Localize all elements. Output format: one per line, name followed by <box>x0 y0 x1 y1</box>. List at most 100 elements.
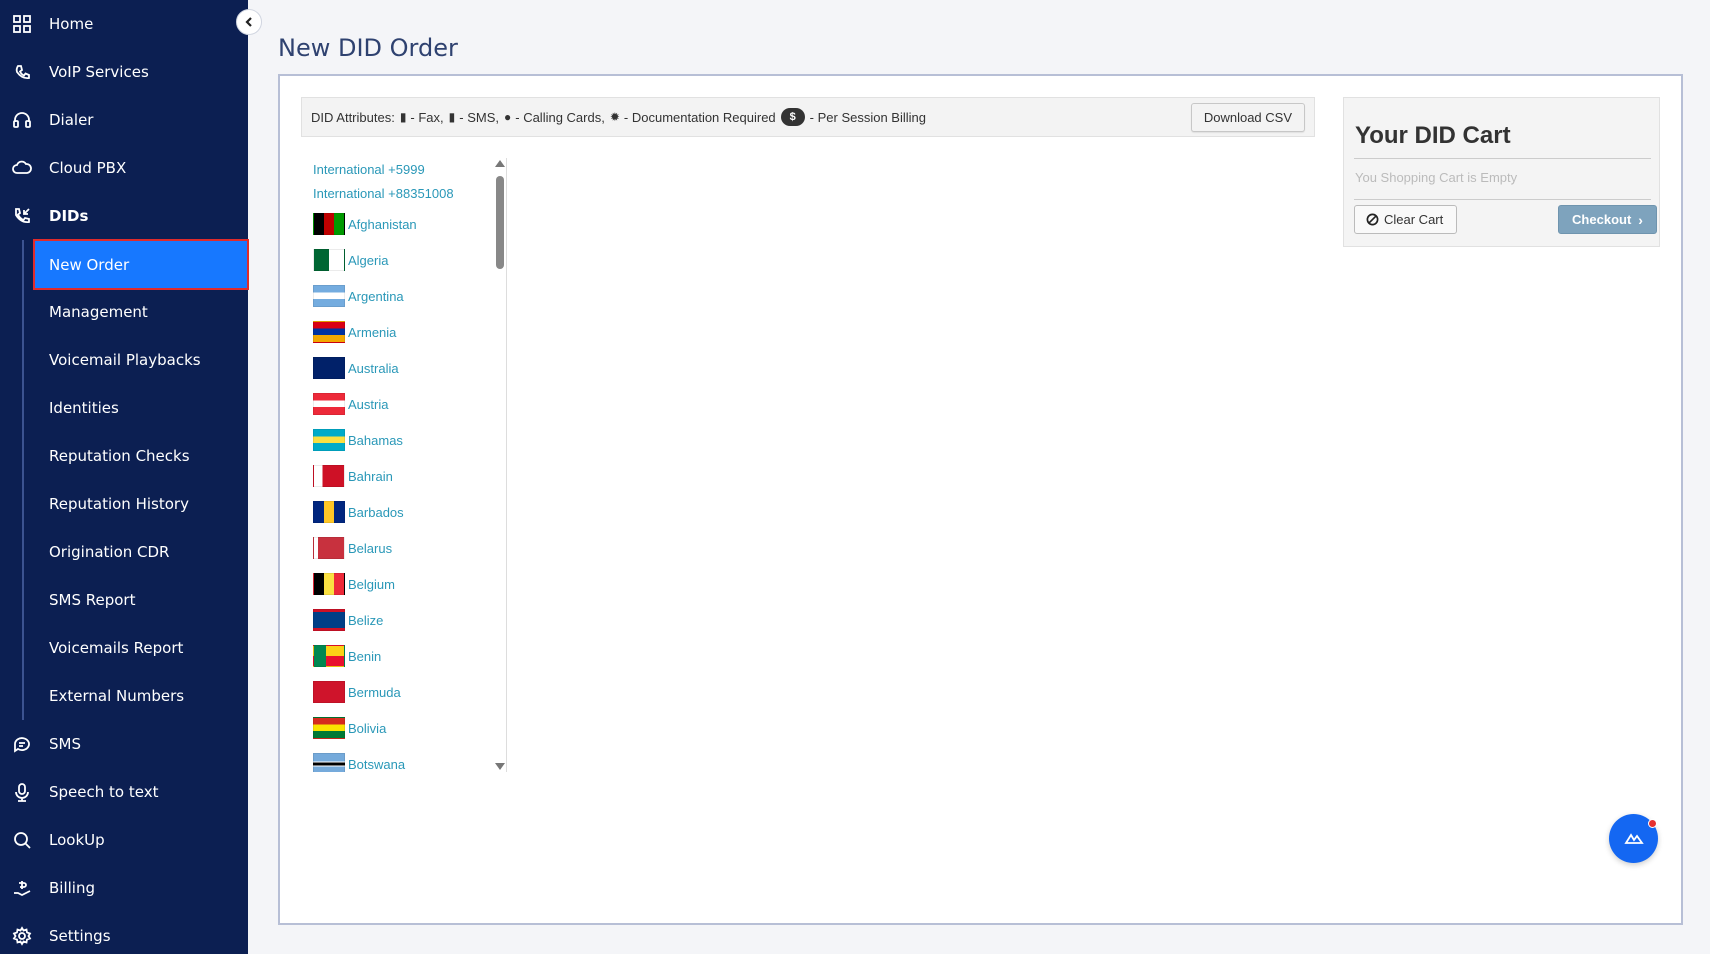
country-name: Botswana <box>348 756 406 772</box>
nav-speech-to-text[interactable]: Speech to text <box>0 768 248 816</box>
country-link-bolivia[interactable]: Bolivia <box>313 710 499 746</box>
country-link-australia[interactable]: Australia <box>313 350 499 386</box>
nav-label: Dialer <box>49 111 94 129</box>
sidebar-item-origination-cdr[interactable]: Origination CDR <box>34 528 248 576</box>
country-name: Belgium <box>348 576 395 592</box>
attributes-label: DID Attributes: <box>311 109 395 125</box>
country-name: Bahrain <box>348 468 393 484</box>
nav-dids[interactable]: DIDs <box>0 192 248 240</box>
download-csv-button[interactable]: Download CSV <box>1190 103 1305 132</box>
fax-icon: ▮ <box>399 110 407 124</box>
barbados-flag-icon <box>313 501 345 523</box>
country-link-belarus[interactable]: Belarus <box>313 530 499 566</box>
nav-label: Cloud PBX <box>49 159 127 177</box>
country-link-argentina[interactable]: Argentina <box>313 278 499 314</box>
chevron-right-icon: › <box>1638 211 1643 228</box>
nav-lookup[interactable]: LookUp <box>0 816 248 864</box>
clear-cart-button[interactable]: Clear Cart <box>1354 205 1457 234</box>
info-icon: ● <box>504 110 512 124</box>
nav-label: Speech to text <box>49 783 159 801</box>
country-name: Afghanistan <box>348 216 417 232</box>
country-link-intl-5999[interactable]: International +5999 <box>313 158 499 182</box>
nav-settings[interactable]: Settings <box>0 912 248 954</box>
country-link-belgium[interactable]: Belgium <box>313 566 499 602</box>
ban-icon <box>1366 213 1379 226</box>
grid-icon <box>11 13 33 35</box>
per-session-label: - Per Session Billing <box>809 109 926 125</box>
algeria-flag-icon <box>313 249 345 271</box>
sidebar: Home VoIP Services Dialer Cloud PBX DIDs… <box>0 0 249 954</box>
chevron-left-icon <box>245 17 252 27</box>
cart-divider <box>1354 199 1651 200</box>
country-link-bahrain[interactable]: Bahrain <box>313 458 499 494</box>
country-link-armenia[interactable]: Armenia <box>313 314 499 350</box>
country-list-scrollbar[interactable] <box>491 158 507 772</box>
mic-icon <box>11 781 33 803</box>
scroll-down-arrow[interactable] <box>495 763 505 770</box>
checkout-button[interactable]: Checkout › <box>1558 205 1657 234</box>
country-link-austria[interactable]: Austria <box>313 386 499 422</box>
nav-label: LookUp <box>49 831 105 849</box>
nav-label: Home <box>49 15 94 33</box>
billing-icon <box>11 877 33 899</box>
notification-dot <box>1648 819 1657 828</box>
country-list: International +5999 International +88351… <box>313 158 499 772</box>
country-link-algeria[interactable]: Algeria <box>313 242 499 278</box>
botswana-flag-icon <box>313 753 345 772</box>
cart-divider <box>1354 158 1651 159</box>
submenu-divider <box>22 240 24 720</box>
sms-icon <box>11 733 33 755</box>
headset-icon <box>11 109 33 131</box>
sidebar-item-reputation-history[interactable]: Reputation History <box>34 480 248 528</box>
dollar-badge: $ <box>780 108 805 126</box>
country-link-bahamas[interactable]: Bahamas <box>313 422 499 458</box>
country-link-belize[interactable]: Belize <box>313 602 499 638</box>
voip-icon <box>11 61 33 83</box>
country-link-afghanistan[interactable]: Afghanistan <box>313 206 499 242</box>
country-name: Australia <box>348 360 399 376</box>
country-name: Barbados <box>348 504 404 520</box>
country-link-intl-88351008[interactable]: International +88351008 <box>313 182 499 206</box>
austria-flag-icon <box>313 393 345 415</box>
nav-billing[interactable]: Billing <box>0 864 248 912</box>
country-link-benin[interactable]: Benin <box>313 638 499 674</box>
sms-icon: ▮ <box>448 110 456 124</box>
country-name: Austria <box>348 396 389 412</box>
sidebar-item-new-order[interactable]: New Order <box>33 239 249 290</box>
benin-flag-icon <box>313 645 345 667</box>
nav-cloud-pbx[interactable]: Cloud PBX <box>0 144 248 192</box>
nav-label: Settings <box>49 927 111 945</box>
sidebar-item-identities[interactable]: Identities <box>34 384 248 432</box>
scrollbar-track <box>506 158 507 772</box>
sidebar-item-sms-report[interactable]: SMS Report <box>34 576 248 624</box>
nav-voip-services[interactable]: VoIP Services <box>0 48 248 96</box>
sidebar-item-reputation-checks[interactable]: Reputation Checks <box>34 432 248 480</box>
country-link-barbados[interactable]: Barbados <box>313 494 499 530</box>
nav-label: SMS <box>49 735 81 753</box>
sidebar-item-external-numbers[interactable]: External Numbers <box>34 672 248 720</box>
nav-sms[interactable]: SMS <box>0 720 248 768</box>
country-name: Bahamas <box>348 432 403 448</box>
sidebar-item-management[interactable]: Management <box>34 288 248 336</box>
cart-title: Your DID Cart <box>1355 122 1511 149</box>
nav-label: DIDs <box>49 207 89 225</box>
scroll-up-arrow[interactable] <box>495 160 505 167</box>
sidebar-item-voicemail-playbacks[interactable]: Voicemail Playbacks <box>34 336 248 384</box>
bahamas-flag-icon <box>313 429 345 451</box>
bahrain-flag-icon <box>313 465 345 487</box>
country-name: Belarus <box>348 540 393 556</box>
belize-flag-icon <box>313 609 345 631</box>
country-link-bermuda[interactable]: Bermuda <box>313 674 499 710</box>
afghanistan-flag-icon <box>313 213 345 235</box>
collapse-sidebar-button[interactable] <box>236 9 262 35</box>
nav-label: Billing <box>49 879 95 897</box>
country-name: Argentina <box>348 288 404 304</box>
documentation-label: - Documentation Required <box>623 109 776 125</box>
sidebar-item-voicemails-report[interactable]: Voicemails Report <box>34 624 248 672</box>
chat-widget-icon <box>1623 832 1644 844</box>
nav-home[interactable]: Home <box>0 0 248 48</box>
country-link-botswana[interactable]: Botswana <box>313 746 499 772</box>
scrollbar-thumb[interactable] <box>496 176 504 269</box>
fax-label: - Fax, <box>410 109 444 125</box>
nav-dialer[interactable]: Dialer <box>0 96 248 144</box>
